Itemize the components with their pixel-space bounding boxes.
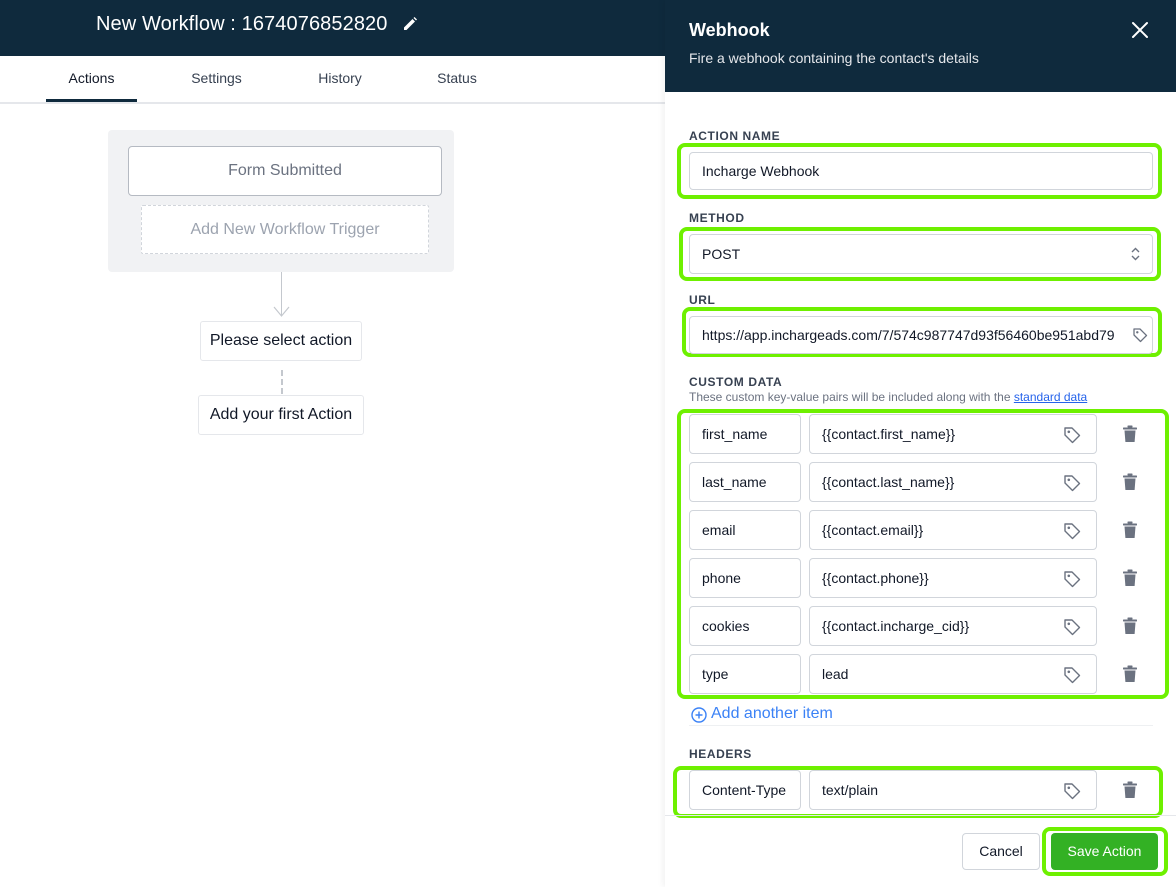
method-select[interactable]: POST	[689, 234, 1153, 274]
cancel-button[interactable]: Cancel	[962, 833, 1040, 870]
tag-icon[interactable]	[1063, 618, 1081, 636]
custom-key-input[interactable]: phone	[689, 558, 801, 598]
custom-key-input[interactable]: cookies	[689, 606, 801, 646]
custom-key-input[interactable]: first_name	[689, 414, 801, 454]
url-label: URL	[689, 293, 716, 307]
custom-data-row: cookies {{contact.incharge_cid}}	[689, 606, 1149, 646]
standard-data-link[interactable]: standard data	[1014, 390, 1087, 404]
tab-settings[interactable]: Settings	[176, 56, 257, 102]
panel-header: Webhook Fire a webhook containing the co…	[665, 0, 1176, 92]
custom-value-input[interactable]: {{contact.last_name}}	[809, 462, 1097, 502]
tab-status[interactable]: Status	[421, 56, 493, 102]
workflow-header: New Workflow : 1674076852820	[0, 0, 665, 56]
trash-icon[interactable]	[1122, 521, 1138, 539]
custom-data-row: last_name {{contact.last_name}}	[689, 462, 1149, 502]
custom-value-input[interactable]: lead	[809, 654, 1097, 694]
trash-icon[interactable]	[1122, 617, 1138, 635]
arrow-down-icon	[273, 306, 290, 317]
method-label: METHOD	[689, 211, 745, 225]
custom-data-row: type lead	[689, 654, 1149, 694]
trash-icon[interactable]	[1122, 665, 1138, 683]
webhook-panel: Webhook Fire a webhook containing the co…	[665, 0, 1176, 887]
custom-data-hint-text: These custom key-value pairs will be inc…	[689, 390, 1011, 404]
add-first-action-button[interactable]: Add your first Action	[198, 395, 364, 435]
trash-icon[interactable]	[1122, 781, 1138, 799]
tag-icon[interactable]	[1063, 782, 1081, 800]
custom-data-row: phone {{contact.phone}}	[689, 558, 1149, 598]
tag-icon[interactable]	[1063, 666, 1081, 684]
panel-subtitle: Fire a webhook containing the contact's …	[689, 50, 979, 66]
custom-data-label: CUSTOM DATA	[689, 375, 783, 389]
plus-circle-icon	[691, 707, 707, 723]
tag-icon[interactable]	[1063, 570, 1081, 588]
panel-footer-divider	[665, 815, 1176, 816]
custom-data-row: email {{contact.email}}	[689, 510, 1149, 550]
workflow-tabs: Actions Settings History Status	[0, 56, 665, 104]
custom-value-input[interactable]: {{contact.phone}}	[809, 558, 1097, 598]
custom-key-input[interactable]: email	[689, 510, 801, 550]
panel-title: Webhook	[689, 20, 770, 40]
header-row: Content-Type text/plain	[689, 770, 1149, 810]
header-value-input[interactable]: text/plain	[809, 770, 1097, 810]
chevron-updown-icon	[1131, 247, 1140, 261]
trigger-form-submitted[interactable]: Form Submitted	[128, 146, 442, 196]
add-another-item-button[interactable]: Add another item	[689, 704, 1153, 726]
tab-actions[interactable]: Actions	[46, 56, 137, 102]
custom-key-input[interactable]: type	[689, 654, 801, 694]
custom-data-hint: These custom key-value pairs will be inc…	[689, 390, 1087, 404]
tag-icon[interactable]	[1132, 327, 1148, 343]
save-action-button[interactable]: Save Action	[1051, 833, 1158, 870]
tab-history[interactable]: History	[302, 56, 378, 102]
trash-icon[interactable]	[1122, 569, 1138, 587]
trash-icon[interactable]	[1122, 425, 1138, 443]
select-action-node[interactable]: Please select action	[200, 321, 362, 361]
custom-value-input[interactable]: {{contact.first_name}}	[809, 414, 1097, 454]
close-icon[interactable]	[1131, 21, 1149, 39]
custom-value-input[interactable]: {{contact.incharge_cid}}	[809, 606, 1097, 646]
trash-icon[interactable]	[1122, 473, 1138, 491]
header-key-input[interactable]: Content-Type	[689, 770, 801, 810]
custom-key-input[interactable]: last_name	[689, 462, 801, 502]
add-trigger-button[interactable]: Add New Workflow Trigger	[141, 205, 429, 254]
tag-icon[interactable]	[1063, 522, 1081, 540]
url-value: https://app.inchargeads.com/7/574c987747…	[702, 327, 1115, 343]
custom-data-row: first_name {{contact.first_name}}	[689, 414, 1149, 454]
headers-label: HEADERS	[689, 747, 752, 761]
method-selected-value: POST	[702, 246, 741, 262]
custom-value-input[interactable]: {{contact.email}}	[809, 510, 1097, 550]
flow-connector-dashed	[281, 370, 283, 394]
url-input[interactable]: https://app.inchargeads.com/7/574c987747…	[689, 316, 1153, 354]
action-name-label: ACTION NAME	[689, 129, 781, 143]
tag-icon[interactable]	[1063, 426, 1081, 444]
add-another-item-label: Add another item	[711, 705, 833, 722]
pencil-icon[interactable]	[402, 16, 418, 32]
action-name-input[interactable]: Incharge Webhook	[689, 152, 1153, 190]
tag-icon[interactable]	[1063, 474, 1081, 492]
trigger-card: Form Submitted Add New Workflow Trigger	[108, 130, 454, 272]
workflow-title: New Workflow : 1674076852820	[96, 13, 388, 35]
